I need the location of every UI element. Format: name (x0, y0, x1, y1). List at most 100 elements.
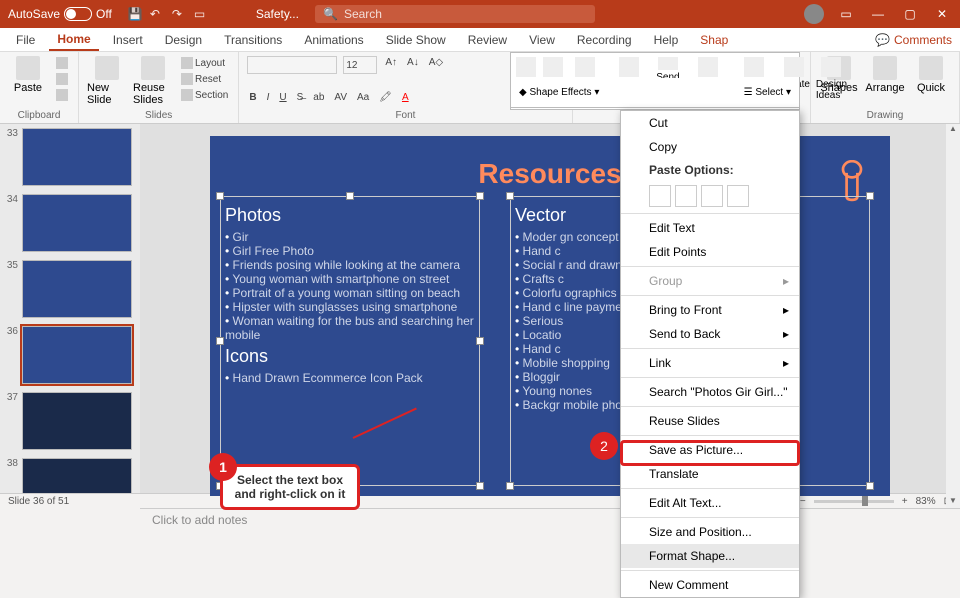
quick-access-toolbar: 💾 ↶ ↷ ▭ (120, 7, 216, 21)
tab-animations[interactable]: Animations (296, 30, 371, 50)
close-button[interactable]: ✕ (932, 7, 952, 21)
increase-font-icon[interactable]: A↑ (383, 56, 399, 69)
bold-button[interactable]: B (247, 91, 258, 104)
change-case-button[interactable]: Aa (355, 91, 371, 104)
slide-thumbnail-panel[interactable]: 33 34 35 36 37 38 (0, 124, 140, 493)
tab-design[interactable]: Design (157, 30, 210, 50)
context-menu-item[interactable]: Bring to Front▸ (621, 298, 799, 322)
clear-format-icon[interactable]: A◇ (427, 56, 445, 69)
new-slide-button[interactable]: New Slide (87, 56, 127, 106)
autosave-toggle[interactable]: AutoSave Off (0, 7, 120, 21)
search-input[interactable] (344, 7, 587, 21)
italic-button[interactable]: I (265, 91, 272, 104)
tab-home[interactable]: Home (49, 29, 98, 51)
slide-thumbnail[interactable] (22, 458, 132, 493)
font-size-dropdown[interactable]: 12 (343, 56, 377, 74)
font-color-button[interactable]: A (400, 91, 411, 104)
tab-file[interactable]: File (8, 30, 43, 50)
paste-option-button[interactable] (675, 185, 697, 207)
quick-styles-button[interactable]: Quick (911, 56, 951, 94)
vertical-scrollbar[interactable]: ▲ ▼ (946, 124, 960, 508)
user-avatar[interactable] (804, 4, 824, 24)
context-menu-item[interactable]: Edit Alt Text... (621, 491, 799, 515)
minimize-button[interactable]: — (868, 7, 888, 21)
tab-insert[interactable]: Insert (105, 30, 151, 50)
tab-review[interactable]: Review (460, 30, 515, 50)
layout-button[interactable]: Layout (179, 56, 230, 70)
undo-icon[interactable]: ↶ (150, 7, 164, 21)
arrange-button[interactable]: Arrange (865, 56, 905, 94)
context-menu-item[interactable]: Edit Points (621, 240, 799, 264)
section-button[interactable]: Section (179, 88, 230, 102)
context-menu-item[interactable]: Edit Text (621, 216, 799, 240)
context-menu: CutCopyPaste Options:Edit TextEdit Point… (620, 110, 800, 598)
context-menu-item[interactable]: Size and Position... (621, 520, 799, 544)
style-icon (516, 57, 536, 77)
reset-button[interactable]: Reset (179, 72, 230, 86)
cut-button[interactable] (54, 56, 70, 70)
edit-text-icon (627, 221, 641, 235)
copy-button[interactable] (54, 72, 70, 86)
slide-thumbnail[interactable] (22, 326, 132, 384)
quick-styles-icon (919, 56, 943, 80)
section-icon (181, 89, 193, 101)
zoom-slider[interactable] (814, 500, 894, 503)
context-menu-item[interactable]: New Comment (621, 573, 799, 597)
toggle-switch[interactable] (64, 7, 92, 21)
paste-button[interactable]: Paste (8, 56, 48, 94)
paste-option-button[interactable] (701, 185, 723, 207)
tab-help[interactable]: Help (646, 30, 687, 50)
highlight-button[interactable]: 🖍 (377, 91, 394, 104)
scroll-up-icon[interactable]: ▲ (947, 124, 959, 136)
slide-thumbnail[interactable] (22, 260, 132, 318)
step-badge-2: 2 (590, 432, 618, 460)
shadow-button[interactable]: ab (311, 91, 326, 104)
notes-pane[interactable]: Click to add notes (140, 508, 960, 531)
slide-thumbnail[interactable] (22, 128, 132, 186)
context-menu-item[interactable]: Send to Back▸ (621, 322, 799, 346)
slide-title[interactable]: Resources (478, 158, 621, 190)
char-spacing-button[interactable]: AV (332, 91, 349, 104)
select-button[interactable]: ☰ Select ▾ (744, 87, 791, 98)
context-menu-item[interactable]: Link▸ (621, 351, 799, 375)
strike-button[interactable]: S̶ (295, 91, 306, 104)
reuse-slides-button[interactable]: Reuse Slides (133, 56, 173, 106)
start-slideshow-icon[interactable]: ▭ (194, 7, 208, 21)
bring-forward-icon (744, 57, 764, 77)
reuse-icon (627, 414, 641, 428)
context-menu-item[interactable]: Translate (621, 462, 799, 486)
tab-transitions[interactable]: Transitions (216, 30, 290, 50)
bring-front-icon (627, 303, 641, 317)
comments-button[interactable]: 💬 Comments (875, 33, 952, 47)
shape-effects-button[interactable]: ◆ Shape Effects ▾ (519, 87, 599, 98)
context-menu-item[interactable]: Search "Photos Gir Girl..." (621, 380, 799, 404)
maximize-button[interactable]: ▢ (900, 7, 920, 21)
paste-option-button[interactable] (727, 185, 749, 207)
format-painter-button[interactable] (54, 88, 70, 102)
ribbon-display-icon[interactable]: ▭ (836, 7, 856, 21)
paste-option-button[interactable] (649, 185, 671, 207)
design-ideas-button[interactable]: Design Ideas (816, 57, 847, 105)
scroll-down-icon[interactable]: ▼ (947, 496, 959, 508)
search-box[interactable]: 🔍 (315, 5, 595, 23)
context-menu-item[interactable]: Save as Picture... (621, 438, 799, 462)
underline-button[interactable]: U (277, 91, 288, 104)
context-menu-item[interactable]: Copy (621, 135, 799, 159)
slide-thumbnail[interactable] (22, 392, 132, 450)
paste-options (621, 181, 799, 211)
slide-thumbnail[interactable] (22, 194, 132, 252)
context-menu-item[interactable]: Format Shape... (621, 544, 799, 568)
tab-view[interactable]: View (521, 30, 563, 50)
group-label: Drawing (819, 110, 951, 121)
autosave-label: AutoSave (8, 7, 60, 21)
context-menu-item[interactable]: Cut (621, 111, 799, 135)
tab-slideshow[interactable]: Slide Show (378, 30, 454, 50)
redo-icon[interactable]: ↷ (172, 7, 186, 21)
font-family-dropdown[interactable] (247, 56, 337, 74)
tab-recording[interactable]: Recording (569, 30, 640, 50)
context-menu-item[interactable]: Reuse Slides (621, 409, 799, 433)
text-box-left[interactable]: Photos Gir Girl Free Photo Friends posin… (220, 196, 480, 486)
decrease-font-icon[interactable]: A↓ (405, 56, 421, 69)
tab-shape-format[interactable]: Shap (692, 30, 736, 50)
save-icon[interactable]: 💾 (128, 7, 142, 21)
